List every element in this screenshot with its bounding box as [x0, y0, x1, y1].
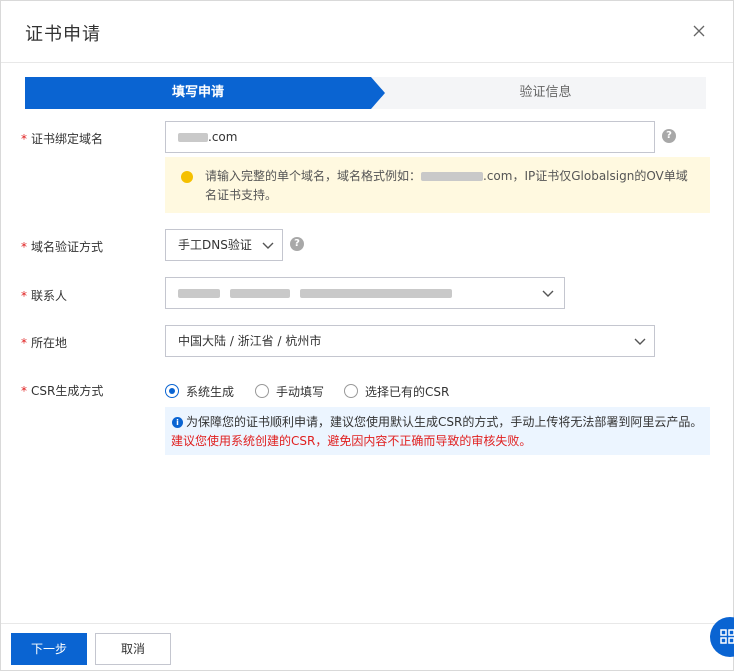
step-verify-info: 验证信息	[519, 85, 572, 100]
chevron-down-icon	[262, 242, 274, 249]
domain-label: * 证书绑定域名	[21, 132, 104, 146]
domain-input[interactable]: .com	[165, 121, 655, 153]
footer-divider	[1, 623, 733, 624]
redacted-text	[299, 289, 452, 298]
close-icon[interactable]	[689, 21, 709, 41]
location-cascader[interactable]: 中国大陆 / 浙江省 / 杭州市	[165, 325, 655, 357]
verify-method-label: * 域名验证方式	[21, 240, 104, 254]
step-indicator: 填写申请 验证信息	[25, 77, 706, 109]
radio-manual-fill[interactable]: 手动填写	[255, 383, 324, 399]
info-icon: i	[172, 417, 183, 428]
help-icon[interactable]: ?	[290, 237, 304, 251]
next-step-button[interactable]: 下一步	[11, 633, 87, 665]
verify-method-select[interactable]: 手工DNS验证	[165, 229, 283, 261]
help-icon[interactable]: ?	[662, 129, 676, 143]
step-arrow	[371, 77, 385, 109]
grid-icon	[720, 629, 734, 644]
certificate-application-dialog: 证书申请 填写申请 验证信息 * 证书绑定域名 .com ? 请输入完整的单个域名…	[0, 0, 734, 671]
cancel-button[interactable]: 取消	[95, 633, 171, 665]
location-label: * 所在地	[21, 336, 68, 350]
csr-info-tip: i 为保障您的证书顺利申请，建议您使用默认生成CSR的方式，手动上传将无法部署到…	[165, 407, 710, 455]
floating-apps-button[interactable]	[710, 617, 734, 657]
domain-warning-tip: 请输入完整的单个域名，域名格式例如： .com，IP证书仅Globalsign的O…	[165, 157, 710, 213]
redacted-text	[421, 172, 484, 181]
radio-unchecked	[255, 384, 269, 398]
dialog-title: 证书申请	[25, 24, 101, 45]
chevron-down-icon	[634, 338, 646, 345]
redacted-text	[178, 289, 220, 298]
radio-system-generate[interactable]: 系统生成	[165, 383, 234, 399]
chevron-down-icon	[542, 290, 554, 297]
contact-select[interactable]	[165, 277, 565, 309]
warning-icon	[181, 171, 193, 183]
redacted-text	[178, 133, 208, 142]
contact-label: * 联系人	[21, 289, 68, 303]
radio-checked	[165, 384, 179, 398]
radio-unchecked	[344, 384, 358, 398]
required-marker: *	[21, 132, 27, 146]
csr-label: * CSR生成方式	[21, 384, 104, 398]
step-fill-application: 填写申请	[171, 85, 224, 100]
redacted-text	[229, 289, 290, 298]
header-divider	[1, 62, 733, 63]
radio-select-existing-csr[interactable]: 选择已有的CSR	[344, 383, 449, 399]
